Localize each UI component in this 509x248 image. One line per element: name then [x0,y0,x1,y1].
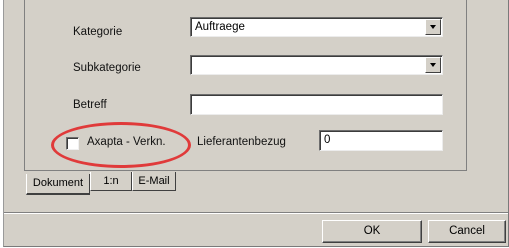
lieferantenbezug-input[interactable]: 0 [319,130,443,151]
betreff-input[interactable] [190,94,443,115]
kategorie-value: Auftraege [195,21,245,33]
kategorie-combobox[interactable]: Auftraege [190,17,443,37]
chevron-down-icon[interactable] [425,19,441,35]
axapta-checkbox[interactable] [66,137,79,150]
tab-dokument-label: Dokument [32,177,84,189]
subkategorie-label: Subkategorie [73,62,141,74]
tab-dokument[interactable]: Dokument [26,174,90,195]
tab-email[interactable]: E-Mail [132,172,176,191]
lieferantenbezug-label: Lieferantenbezug [197,136,286,148]
betreff-label: Betreff [73,99,107,111]
axapta-checkbox-label[interactable]: Axapta - Verkn. [87,136,166,148]
dialog-window: Kategorie Auftraege Subkategorie Betreff… [3,0,509,247]
form-panel: Kategorie Auftraege Subkategorie Betreff… [24,0,467,171]
lieferantenbezug-value: 0 [324,134,331,146]
tab-email-label: E-Mail [138,175,170,187]
screenshot-frame: Kategorie Auftraege Subkategorie Betreff… [0,0,509,248]
subkategorie-combobox[interactable] [190,55,443,75]
separator-highlight [4,213,508,214]
tab-1n-label: 1:n [103,175,119,187]
ok-button[interactable]: OK [322,220,422,243]
chevron-down-icon[interactable] [425,57,441,73]
tab-1n[interactable]: 1:n [90,172,132,191]
cancel-button[interactable]: Cancel [428,220,506,243]
kategorie-label: Kategorie [73,26,123,38]
